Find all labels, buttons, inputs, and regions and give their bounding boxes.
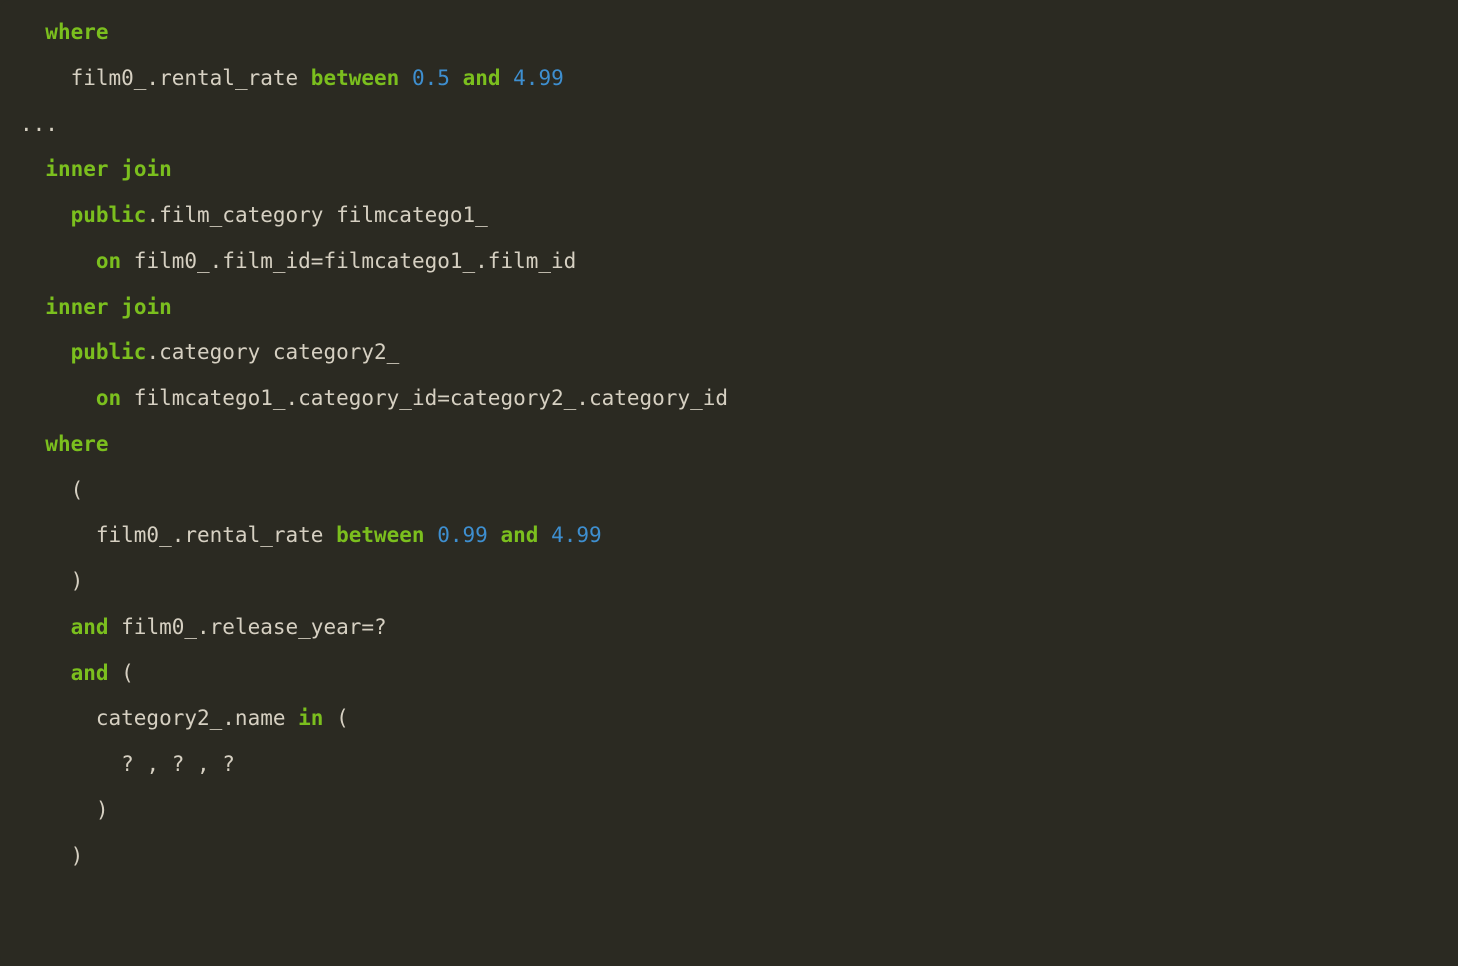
kw-and-3: and [71,615,109,639]
kw-join-2: join [121,295,172,319]
table-film-category: .film_category filmcatego1_ [146,203,500,227]
ellipsis: ... [20,112,58,136]
kw-inner-2: inner [45,295,108,319]
kw-in: in [298,706,323,730]
expr-rental-rate-1: film0_.rental_rate [71,66,311,90]
num-4-99-a: 4.99 [513,66,564,90]
placeholders: ? , ? , ? [121,752,235,776]
expr-rental-rate-2: film0_.rental_rate [96,523,336,547]
kw-and-4: and [71,661,109,685]
kw-inner-1: inner [45,157,108,181]
join-cond-2: filmcatego1_.category_id=category2_.cate… [121,386,741,410]
kw-between-2: between [336,523,425,547]
join-cond-1: film0_.film_id=filmcatego1_.film_id [121,249,589,273]
kw-and-2: and [500,523,538,547]
expr-category-name: category2_.name [96,706,298,730]
table-category: .category category2_ [146,340,412,364]
rparen-2: ) [96,798,109,822]
kw-where: where [45,20,108,44]
expr-release-year: film0_.release_year=? [109,615,400,639]
code-content: where film0_.rental_rate between 0.5 and… [0,10,1458,880]
kw-and-1: and [463,66,501,90]
num-4-99-b: 4.99 [551,523,602,547]
rparen-1: ) [71,569,96,593]
sql-code-block: where film0_.rental_rate between 0.5 and… [0,0,1458,966]
num-0-5: 0.5 [412,66,450,90]
kw-join-1: join [121,157,172,181]
kw-where-2: where [45,432,108,456]
kw-on-2: on [96,386,121,410]
lparen-1: ( [71,478,84,502]
schema-public-2: public [71,340,147,364]
kw-between-1: between [311,66,400,90]
num-0-99: 0.99 [437,523,488,547]
rparen-3: ) [71,844,84,868]
lparen-2: ( [109,661,134,685]
kw-on-1: on [96,249,121,273]
schema-public-1: public [71,203,147,227]
lparen-3: ( [323,706,348,730]
